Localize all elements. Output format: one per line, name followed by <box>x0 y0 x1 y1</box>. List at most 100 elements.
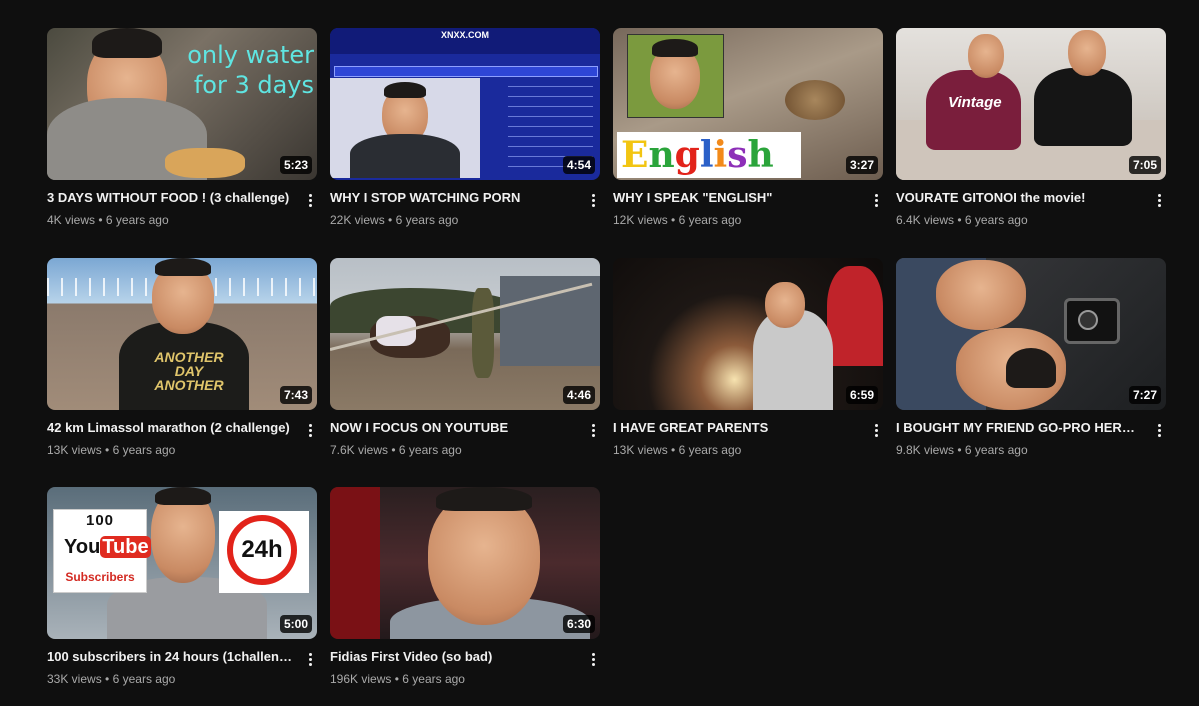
thumbnail-clock-badge: 24h <box>219 511 309 593</box>
view-count: 4K views <box>47 213 96 227</box>
thumbnail-overlay-text: only water for 3 days <box>187 41 314 99</box>
video-meta: 13K views • 6 years ago <box>47 443 175 457</box>
thumbnail-food <box>165 148 245 178</box>
video-duration: 3:27 <box>845 156 878 174</box>
video-title[interactable]: 42 km Limassol marathon (2 challenge) <box>47 420 292 435</box>
more-options-icon[interactable] <box>586 649 600 669</box>
video-duration: 7:43 <box>279 386 312 404</box>
video-meta: 9.8K views • 6 years ago <box>896 443 1028 457</box>
video-thumbnail[interactable]: 6:59 <box>613 258 883 410</box>
thumbnail-searchbar <box>334 66 598 77</box>
video-title[interactable]: I BOUGHT MY FRIEND GO-PRO HERO 7 <box>896 420 1141 435</box>
thumbnail-hair <box>436 487 532 511</box>
video-card[interactable]: 7:27 I BOUGHT MY FRIEND GO-PRO HERO 7 9.… <box>896 258 1166 468</box>
thumbnail-overlay-text: ANOTHER DAY ANOTHER <box>154 349 224 393</box>
video-meta: 13K views • 6 years ago <box>613 443 741 457</box>
video-meta: 4K views • 6 years ago <box>47 213 169 227</box>
video-thumbnail[interactable]: 7:27 <box>896 258 1166 410</box>
upload-age: 6 years ago <box>112 672 176 686</box>
video-duration: 6:59 <box>845 386 878 404</box>
thumbnail-camera-lens <box>1078 310 1098 330</box>
video-title[interactable]: I HAVE GREAT PARENTS <box>613 420 858 435</box>
video-thumbnail[interactable]: only water for 3 days 5:23 <box>47 28 317 180</box>
video-duration: 7:27 <box>1128 386 1161 404</box>
view-count: 22K views <box>330 213 385 227</box>
video-title[interactable]: 3 DAYS WITHOUT FOOD ! (3 challenge) <box>47 190 292 205</box>
upload-age: 6 years ago <box>105 213 169 227</box>
meta-separator: • <box>388 213 393 227</box>
more-options-icon[interactable] <box>1152 420 1166 440</box>
more-options-icon[interactable] <box>869 190 883 210</box>
thumbnail-overlay-text: 100 <box>85 512 115 529</box>
upload-age: 6 years ago <box>964 443 1028 457</box>
thumbnail-overlay-text: English <box>617 132 801 178</box>
more-options-icon[interactable] <box>303 190 317 210</box>
video-duration: 5:23 <box>279 156 312 174</box>
video-card[interactable]: English 3:27 WHY I SPEAK "ENGLISH" 12K v… <box>613 28 883 238</box>
more-options-icon[interactable] <box>869 420 883 440</box>
more-options-icon[interactable] <box>303 420 317 440</box>
thumbnail-hair <box>384 82 426 98</box>
meta-separator: • <box>671 443 676 457</box>
upload-age: 6 years ago <box>395 213 459 227</box>
upload-age: 6 years ago <box>402 672 465 686</box>
view-count: 13K views <box>613 443 668 457</box>
upload-age: 6 years ago <box>112 443 176 457</box>
video-duration: 4:46 <box>562 386 595 404</box>
video-meta: 196K views • 6 years ago <box>330 672 465 686</box>
thumbnail-youtube-badge: 100 You Tube Subscribers <box>53 509 151 593</box>
clock-icon: 24h <box>227 515 297 585</box>
video-duration: 7:05 <box>1128 156 1161 174</box>
video-thumbnail[interactable]: 4:46 <box>330 258 600 410</box>
video-duration: 4:54 <box>562 156 595 174</box>
video-card[interactable]: Vintage 7:05 VOURATE GITONOI the movie! … <box>896 28 1166 238</box>
video-thumbnail[interactable]: 100 You Tube Subscribers 24h 5:00 <box>47 487 317 639</box>
meta-separator: • <box>98 213 103 227</box>
video-thumbnail[interactable]: 6:30 <box>330 487 600 639</box>
video-card[interactable]: 4:46 NOW I FOCUS ON YOUTUBE 7.6K views •… <box>330 258 600 468</box>
video-duration: 6:30 <box>562 615 595 633</box>
thumbnail-overlay-text: Subscribers <box>65 570 135 584</box>
view-count: 13K views <box>47 443 102 457</box>
video-card[interactable]: 100 You Tube Subscribers 24h 5:00 100 sub… <box>47 487 317 697</box>
video-duration: 5:00 <box>279 615 312 633</box>
video-card[interactable]: ANOTHER DAY ANOTHER 7:43 42 km Limassol … <box>47 258 317 468</box>
view-count: 9.8K views <box>896 443 955 457</box>
more-options-icon[interactable] <box>1152 190 1166 210</box>
video-card[interactable]: 6:30 Fidias First Video (so bad) 196K vi… <box>330 487 600 697</box>
video-title[interactable]: WHY I SPEAK "ENGLISH" <box>613 190 858 205</box>
video-title[interactable]: WHY I STOP WATCHING PORN <box>330 190 575 205</box>
meta-separator: • <box>391 443 396 457</box>
thumbnail-inset <box>627 34 724 118</box>
video-thumbnail[interactable]: Vintage 7:05 <box>896 28 1166 180</box>
video-card[interactable]: XNXX.COM 4:54 WHY I STOP WATCHING PORN 2… <box>330 28 600 238</box>
meta-separator: • <box>671 213 676 227</box>
thumbnail-hair <box>652 39 698 57</box>
thumbnail-shirt <box>350 134 460 178</box>
thumbnail-person <box>968 34 1004 78</box>
video-card[interactable]: 6:59 I HAVE GREAT PARENTS 13K views • 6 … <box>613 258 883 468</box>
video-grid: only water for 3 days 5:23 3 DAYS WITHOU… <box>0 0 1199 706</box>
thumbnail-overlay-text: Vintage <box>948 94 1002 111</box>
video-thumbnail[interactable]: English 3:27 <box>613 28 883 180</box>
video-title[interactable]: 100 subscribers in 24 hours (1challenge) <box>47 649 292 664</box>
thumbnail-panel <box>330 78 480 178</box>
meta-separator: • <box>957 213 962 227</box>
video-title[interactable]: VOURATE GITONOI the movie! <box>896 190 1141 205</box>
more-options-icon[interactable] <box>586 190 600 210</box>
thumbnail-hair <box>1006 348 1056 388</box>
video-card[interactable]: only water for 3 days 5:23 3 DAYS WITHOU… <box>47 28 317 238</box>
more-options-icon[interactable] <box>303 649 317 669</box>
view-count: 7.6K views <box>330 443 389 457</box>
youtube-logo-icon: You Tube <box>64 536 151 558</box>
more-options-icon[interactable] <box>586 420 600 440</box>
thumbnail-person <box>1068 30 1106 76</box>
video-thumbnail[interactable]: ANOTHER DAY ANOTHER 7:43 <box>47 258 317 410</box>
video-title[interactable]: NOW I FOCUS ON YOUTUBE <box>330 420 575 435</box>
video-thumbnail[interactable]: XNXX.COM 4:54 <box>330 28 600 180</box>
view-count: 12K views <box>613 213 668 227</box>
video-meta: 33K views • 6 years ago <box>47 672 175 686</box>
view-count: 196K views <box>330 672 392 686</box>
meta-separator: • <box>105 443 110 457</box>
video-title[interactable]: Fidias First Video (so bad) <box>330 649 575 664</box>
